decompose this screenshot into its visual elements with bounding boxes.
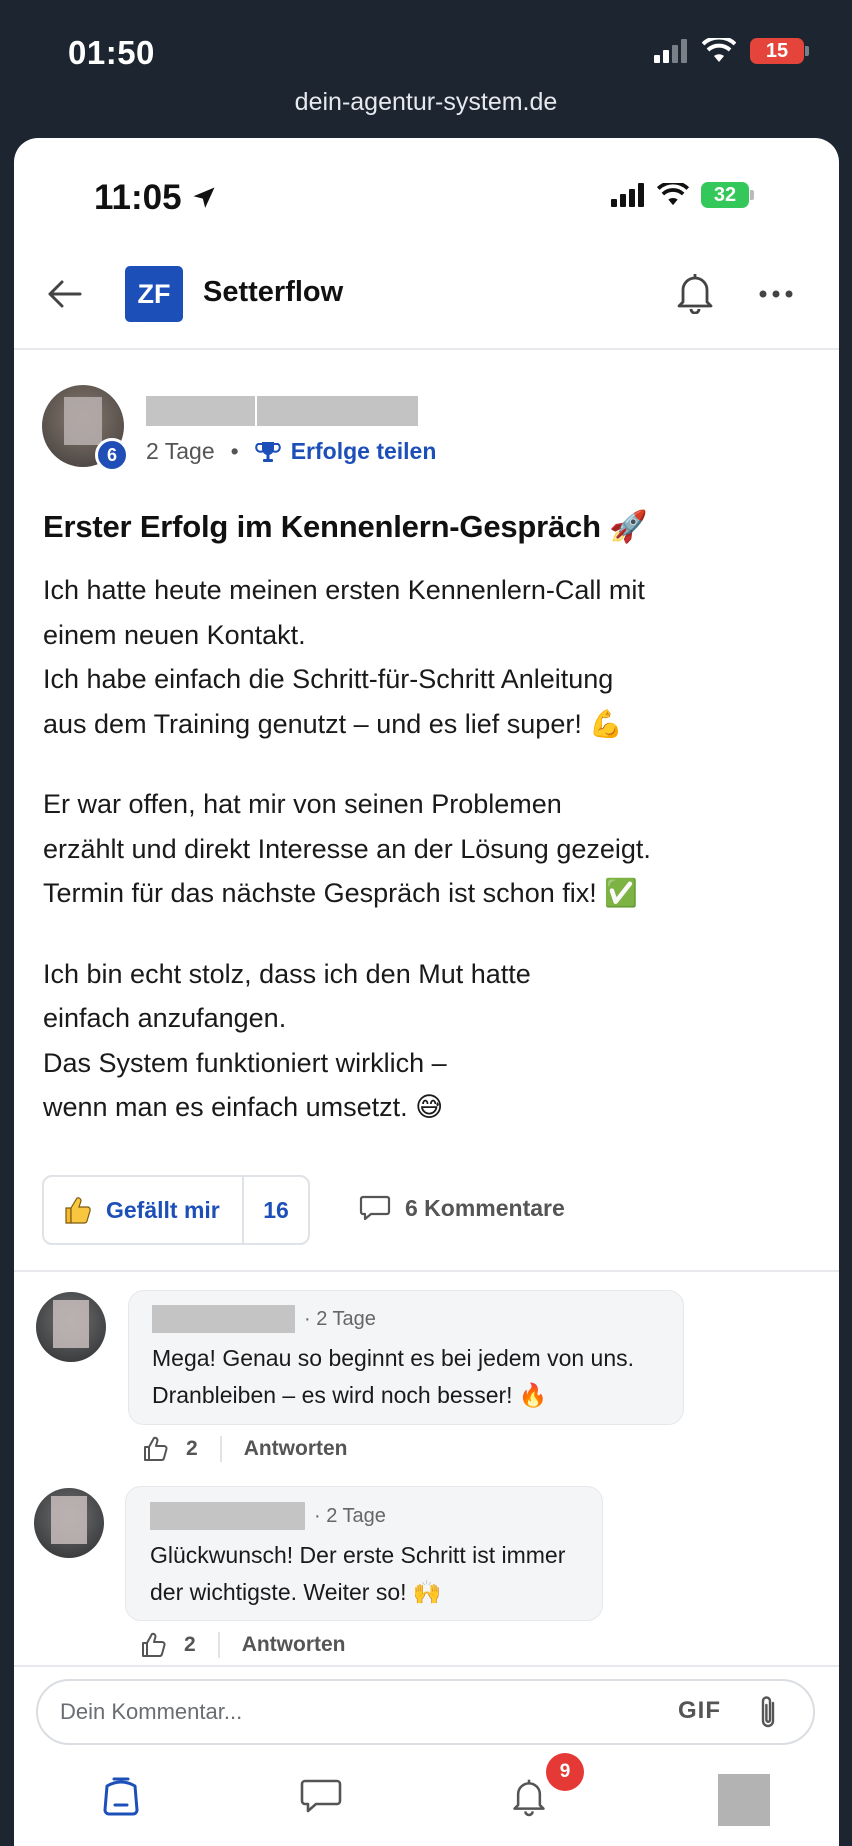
wifi-icon	[702, 38, 736, 62]
thumbs-up-outline-icon[interactable]	[142, 1435, 170, 1463]
like-label: Gefällt mir	[106, 1196, 220, 1223]
post-time: 2 Tage	[146, 438, 215, 464]
like-button-group: Gefällt mir 16	[42, 1175, 310, 1245]
author-level-badge: 6	[95, 438, 129, 472]
inner-status-bar: 11:05 32	[14, 138, 839, 238]
bottom-navigation: 9	[14, 1753, 839, 1846]
post-paragraph: Ich bin echt stolz, dass ich den Mut hat…	[43, 958, 531, 1123]
comments-link[interactable]: 6 Kommentare	[359, 1194, 565, 1222]
comment-time: · 2 Tage	[314, 1505, 386, 1527]
outer-battery-level: 15	[765, 39, 789, 62]
comments-count-label: 6 Kommentare	[405, 1194, 565, 1221]
cellular-signal-icon	[611, 183, 644, 207]
comment-icon	[359, 1195, 391, 1221]
commenter-avatar[interactable]	[34, 1488, 104, 1558]
comment-text: Mega! Genau so beginnt es bei jedem von …	[152, 1345, 635, 1408]
comment-input-wrapper: GIF	[36, 1679, 815, 1745]
nav-messages[interactable]	[296, 1771, 346, 1821]
post-category-link[interactable]: Erfolge teilen	[291, 438, 437, 465]
post-body: Ich hatte heute meinen ersten Kennenlern…	[43, 568, 763, 1166]
comment-actions: 2 Antworten	[142, 1435, 348, 1463]
comment-like-count: 2	[186, 1437, 198, 1460]
post-paragraph: Ich hatte heute meinen ersten Kennenlern…	[43, 575, 645, 739]
url-bar[interactable]: dein-agentur-system.de	[0, 88, 852, 117]
back-arrow-icon[interactable]	[44, 274, 84, 314]
thumbs-up-icon	[65, 1197, 91, 1224]
commenter-avatar[interactable]	[36, 1292, 106, 1362]
nav-home[interactable]	[96, 1771, 146, 1821]
action-separator	[217, 1632, 220, 1658]
gif-button[interactable]: GIF	[678, 1697, 721, 1725]
notification-count-badge: 9	[546, 1753, 584, 1791]
inner-battery-level: 32	[713, 183, 737, 206]
comment-like-count: 2	[184, 1633, 196, 1656]
thumbs-up-outline-icon[interactable]	[140, 1631, 168, 1659]
battery-icon: 15	[750, 38, 809, 64]
bell-icon[interactable]	[674, 270, 716, 314]
action-separator	[219, 1436, 222, 1462]
reply-button[interactable]: Antworten	[244, 1437, 348, 1461]
bell-icon	[513, 1779, 545, 1817]
app-logo: ZF	[125, 266, 183, 322]
trophy-icon	[254, 441, 281, 462]
paperclip-icon[interactable]	[751, 1693, 785, 1733]
inner-clock: 11:05	[94, 178, 218, 218]
browser-status-bar: 01:50 15 dein-agentur-system.de	[0, 0, 852, 138]
post-paragraph: Er war offen, hat mir von seinen Problem…	[43, 789, 651, 908]
divider	[14, 1270, 839, 1272]
comment-time: · 2 Tage	[304, 1308, 376, 1330]
like-count[interactable]: 16	[244, 1177, 308, 1243]
author-name-redacted[interactable]	[146, 396, 418, 426]
outer-clock: 01:50	[68, 34, 155, 71]
comment-composer-area: GIF	[14, 1665, 839, 1846]
nav-profile-avatar[interactable]	[718, 1774, 770, 1826]
reply-button[interactable]: Antworten	[242, 1633, 346, 1657]
like-button[interactable]: Gefällt mir	[44, 1177, 244, 1243]
commenter-name-redacted[interactable]	[152, 1305, 295, 1333]
chat-icon	[300, 1779, 342, 1813]
location-arrow-icon	[193, 187, 215, 208]
post-title: Erster Erfolg im Kennenlern-Gespräch 🚀	[43, 509, 648, 544]
wifi-icon	[657, 183, 689, 206]
comment-input[interactable]	[60, 1699, 620, 1725]
comment-actions: 2 Antworten	[140, 1631, 346, 1659]
post-meta: 2 Tage • Erfolge teilen	[146, 438, 436, 465]
commenter-name-redacted[interactable]	[150, 1502, 305, 1530]
app-title: Setterflow	[203, 276, 344, 308]
meta-separator: •	[230, 438, 239, 464]
more-options-icon[interactable]	[754, 274, 798, 314]
inner-time-text: 11:05	[94, 178, 182, 217]
cellular-signal-icon	[654, 39, 687, 63]
home-icon	[103, 1777, 139, 1816]
outer-status-icons: 15	[654, 38, 809, 64]
inner-status-icons: 32	[611, 182, 754, 208]
app-screenshot-card: 11:05 32 ZF Setterflow 6 2 Tage • Erfolg…	[14, 138, 839, 1846]
app-header: ZF Setterflow	[14, 238, 839, 350]
comment-text: Glückwunsch! Der erste Schritt ist immer…	[150, 1542, 566, 1605]
battery-icon: 32	[701, 182, 754, 208]
